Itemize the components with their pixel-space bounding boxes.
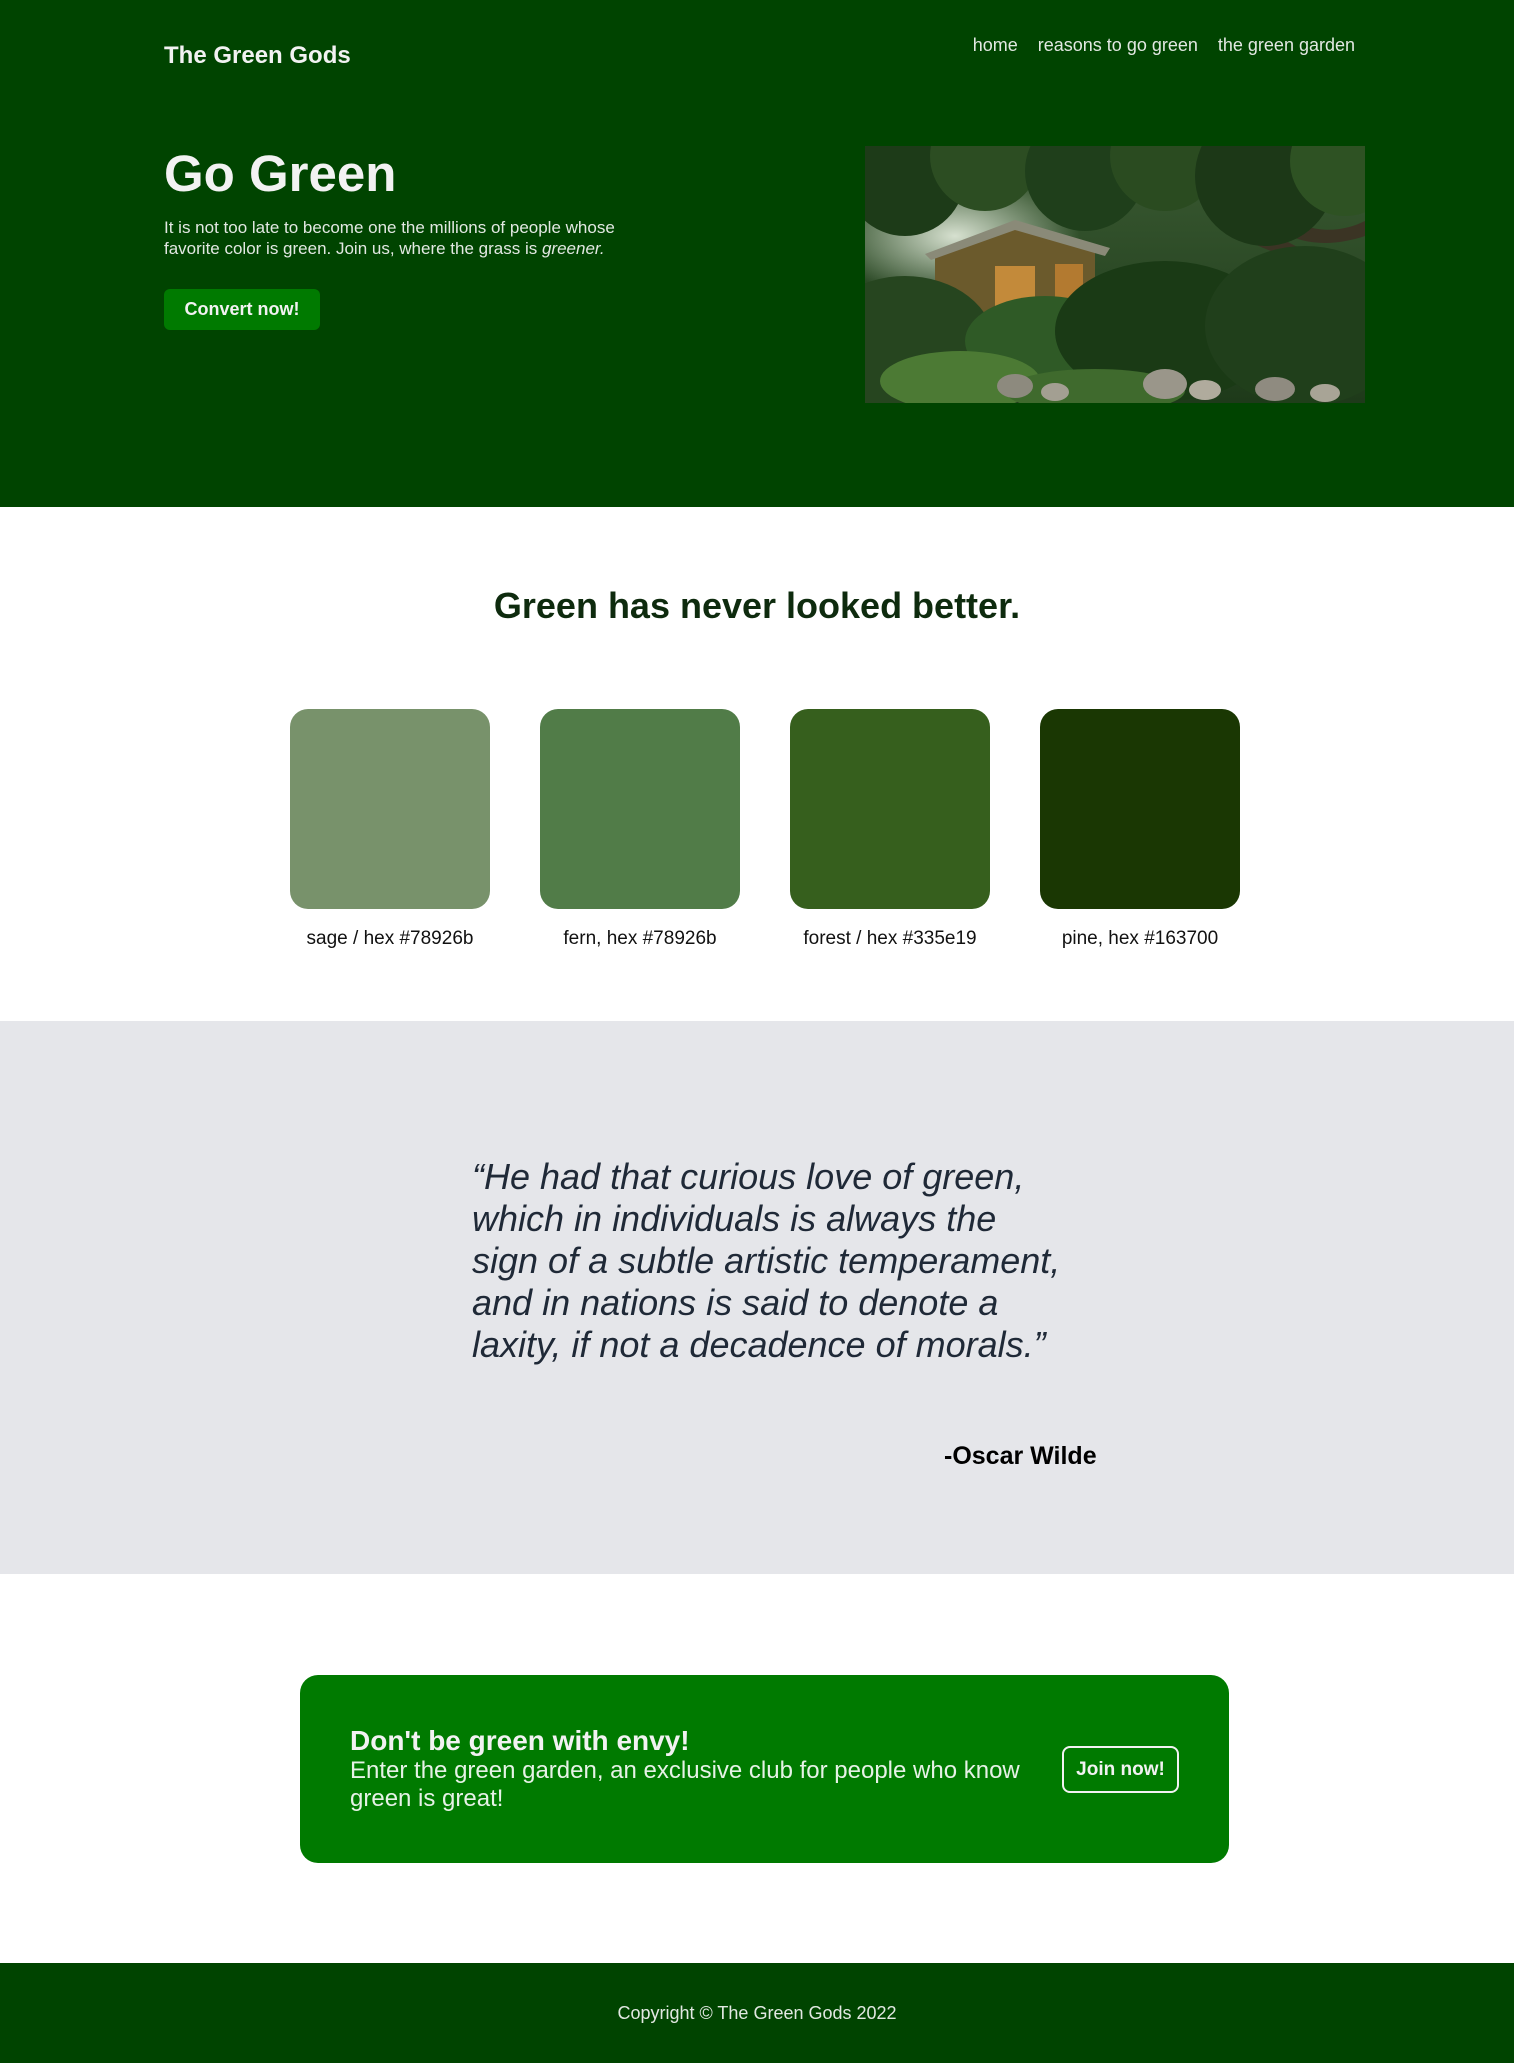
hero-description: It is not too late to become one the mil… [164,217,664,259]
swatch-label-fern: fern, hex #78926b [563,928,717,949]
nav-link-reasons[interactable]: reasons to go green [1038,35,1198,56]
hero-title: Go Green [164,145,397,202]
hero-garden-photo [865,146,1365,403]
convert-now-button[interactable]: Convert now! [164,289,320,330]
quote-text: “He had that curious love of green, whic… [472,1156,1061,1365]
join-description: Enter the green garden, an exclusive clu… [350,1757,1020,1812]
swatch-label-forest: forest / hex #335e19 [803,928,977,949]
swatch-fern [540,709,740,909]
main-nav: home reasons to go green the green garde… [973,35,1355,56]
quote-section: “He had that curious love of green, whic… [0,1021,1514,1574]
swatch-label-pine: pine, hex #163700 [1061,928,1219,949]
join-card: Don't be green with envy! Enter the gree… [300,1675,1229,1863]
swatches-heading: Green has never looked better. [493,585,1021,626]
site-brand[interactable]: The Green Gods [164,42,351,70]
nav-link-garden[interactable]: the green garden [1218,35,1355,56]
swatch-label-sage: sage / hex #78926b [306,928,474,949]
join-title: Don't be green with envy! [350,1725,690,1756]
join-now-button[interactable]: Join now! [1062,1746,1179,1793]
hero-section: The Green Gods home reasons to go green … [0,0,1514,507]
copyright-text: Copyright © The Green Gods 2022 [617,2003,897,2023]
garden-illustration [865,146,1365,403]
quote-author: -Oscar Wilde [944,1442,1097,1470]
hero-description-emphasis: greener. [541,239,605,258]
footer: Copyright © The Green Gods 2022 [0,1963,1514,2063]
swatch-pine [1040,709,1240,909]
swatch-forest [790,709,990,909]
nav-link-home[interactable]: home [973,35,1018,56]
swatch-sage [290,709,490,909]
